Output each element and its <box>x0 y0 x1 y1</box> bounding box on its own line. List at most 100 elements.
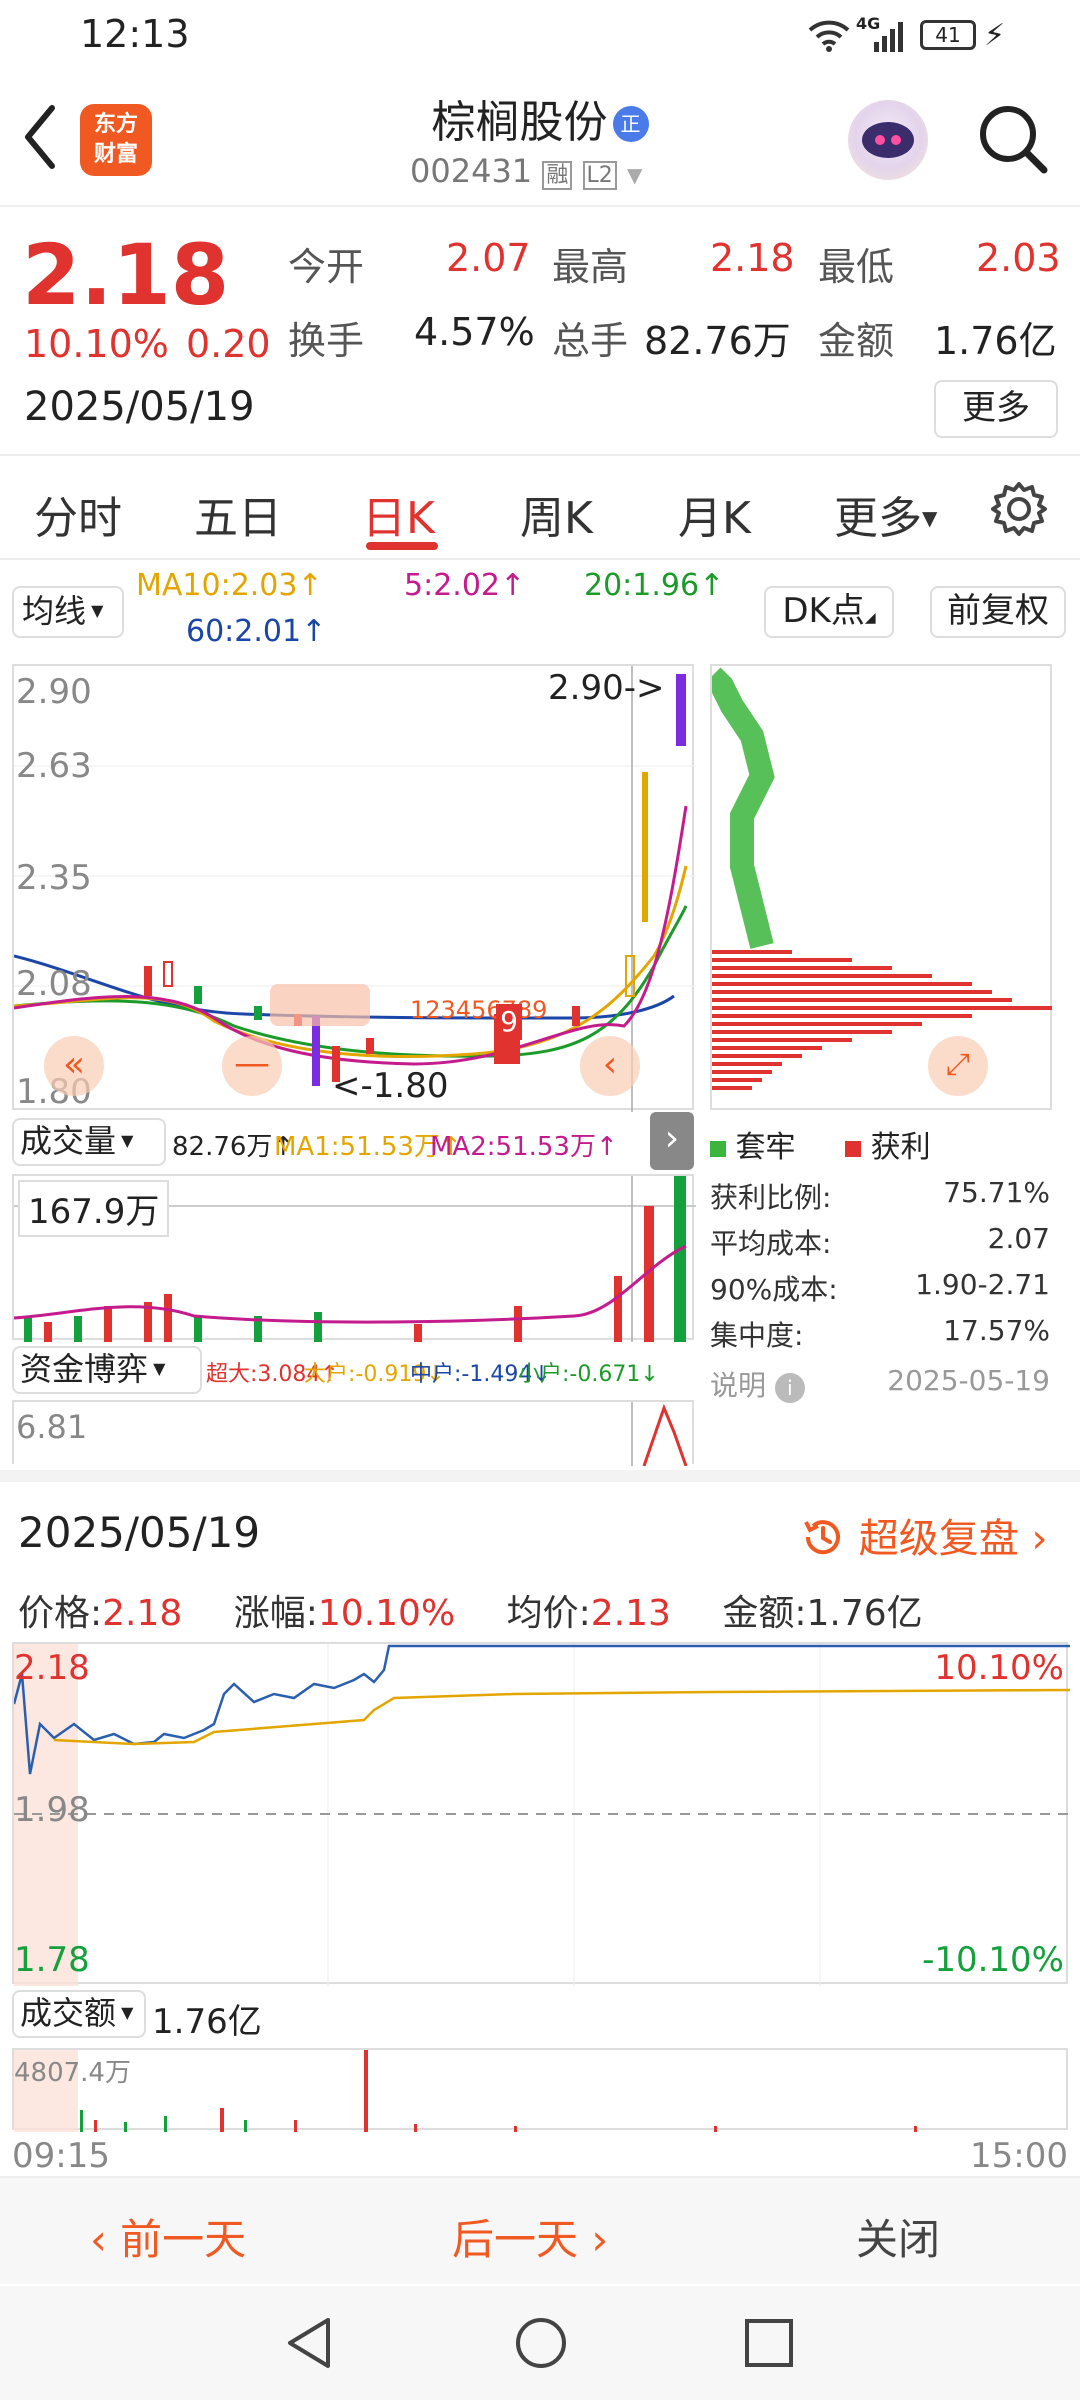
amount-bars <box>80 2050 917 2132</box>
quote-date: 2025/05/19 <box>24 384 255 430</box>
volume-chart[interactable]: 167.9万 <box>12 1174 696 1342</box>
ma20-value: 20:1.96↑ <box>584 568 725 603</box>
chevron-left-icon: ‹ <box>90 2215 107 2264</box>
official-badge: 正 <box>612 106 649 142</box>
min-price-label: <-1.80 <box>332 1066 449 1106</box>
volume-selector[interactable]: 成交量 ▼ <box>12 1118 166 1166</box>
chip-distribution[interactable]: ⤢ <box>703 664 1052 1110</box>
avg-cost-value: 2.07 <box>987 1222 1050 1255</box>
volume-max-label: 167.9万 <box>18 1180 170 1237</box>
fund-small: 小户:-0.671↓ <box>518 1362 659 1387</box>
tab-more-label: 更多 <box>834 493 922 544</box>
avg-cost-label: 平均成本: <box>710 1227 832 1260</box>
close-button[interactable]: 关闭 <box>856 2206 940 2267</box>
system-nav-bar <box>0 2286 1080 2400</box>
battery-level: 41 <box>935 23 961 47</box>
turnover-label: 换手 <box>288 319 365 363</box>
settings-gear-icon[interactable] <box>990 480 1048 542</box>
prev-day-button[interactable]: ‹ 前一天 <box>90 2206 246 2267</box>
low-value: 2.03 <box>976 236 1061 280</box>
open-value: 2.07 <box>446 236 531 280</box>
history-clock-icon <box>800 1516 859 1562</box>
amount-chart[interactable]: 4807.4万 <box>12 2048 1068 2132</box>
logo-line2: 财富 <box>93 142 138 167</box>
profit-label: 获利 <box>870 1130 931 1165</box>
avg-value: 2.13 <box>590 1593 671 1634</box>
time-start: 09:15 <box>12 2136 110 2176</box>
fund-top-value: 6.81 <box>16 1408 88 1446</box>
tab-timeshare[interactable]: 分时 <box>34 482 122 546</box>
nav-recent-icon[interactable] <box>744 2318 794 2372</box>
stock-code-row[interactable]: 002431 融 L2 ▼ <box>410 152 642 190</box>
expand-right-button[interactable]: › <box>650 1112 694 1170</box>
price-tick-2.63: 2.63 <box>16 746 92 786</box>
amount-value: 1.76亿 <box>806 1593 923 1634</box>
amount-selector[interactable]: 成交额 ▼ <box>12 1990 146 2038</box>
app-header: 东方 财富 棕榈股份 正 002431 融 L2 ▼ <box>0 72 1080 207</box>
more-button[interactable]: 更多 <box>934 380 1058 438</box>
nav-back-icon[interactable] <box>284 2316 334 2374</box>
time-end: 15:00 <box>970 2136 1068 2176</box>
fund-chart[interactable]: 6.81 <box>12 1400 694 1467</box>
super-replay-link[interactable]: 超级复盘 › <box>800 1506 1047 1564</box>
intraday-mid-price: 1.98 <box>14 1790 90 1830</box>
status-time: 12:13 <box>80 12 190 56</box>
stock-title: 棕榈股份 正 <box>340 86 740 150</box>
change-value: 0.20 <box>186 322 271 366</box>
tab-weekly-k[interactable]: 周K <box>520 482 593 546</box>
last-price: 2.18 <box>22 226 230 324</box>
price-value: 2.18 <box>102 1593 183 1634</box>
concentration-label: 集中度: <box>710 1319 804 1352</box>
robot-avatar[interactable] <box>848 100 928 180</box>
prev-day-label: 前一天 <box>120 2215 247 2264</box>
intraday-section: 2025/05/19 超级复盘 › 价格:2.18 涨幅:10.10% 均价:2… <box>0 1470 1080 2176</box>
chip-expand-button[interactable]: ⤢ <box>928 1036 988 1096</box>
wifi-icon <box>808 18 850 56</box>
kline-chart[interactable]: 2.90 2.63 2.35 2.08 1.80 2.90-> <-1.80 1… <box>12 664 696 1112</box>
status-bar: 12:13 4G 41 ⚡ <box>0 0 1080 72</box>
chevron-right-icon: › <box>591 2215 609 2264</box>
note-date: 2025-05-19 <box>887 1364 1050 1397</box>
amount-selector-label: 成交额 <box>20 1994 117 2032</box>
change-pct: 10.10% <box>24 322 169 366</box>
step-left-button[interactable]: ‹ <box>580 1036 640 1096</box>
tab-five-day[interactable]: 五日 <box>194 482 282 546</box>
intraday-chart[interactable]: 2.18 1.98 1.78 10.10% -10.10% <box>12 1642 1071 1986</box>
adjust-button[interactable]: 前复权 <box>930 586 1066 638</box>
ma60-value: 60:2.01↑ <box>186 614 327 649</box>
nav-home-icon[interactable] <box>514 2316 568 2374</box>
stock-name: 棕榈股份 <box>431 97 608 148</box>
back-icon[interactable] <box>20 102 60 176</box>
fund-selector[interactable]: 资金博弈 ▼ <box>12 1346 202 1394</box>
next-day-button[interactable]: 后一天 › <box>452 2206 608 2267</box>
corner-caret-icon: ◢ <box>864 610 876 626</box>
intraday-bottom-pct: -10.10% <box>922 1940 1064 1980</box>
amount-value: 1.76亿 <box>934 319 1057 363</box>
nine-count-badge: 9 <box>496 1004 522 1040</box>
dk-point-label: DK点 <box>782 591 865 631</box>
ma-selector-label: 均线 <box>22 592 87 630</box>
dk-point-button[interactable]: DK点◢ <box>764 586 894 638</box>
ma-selector[interactable]: 均线 ▼ <box>12 586 124 638</box>
fund-legend: 资金博弈 ▼ 超大:3.084↑ 大户:-0.919↓ 中户:-1.494↓ 小… <box>12 1344 694 1396</box>
note-link[interactable]: 说明 i <box>710 1369 805 1403</box>
turnover-value: 4.57% <box>414 310 535 354</box>
price-label: 价格: <box>18 1593 103 1634</box>
app-logo[interactable]: 东方 财富 <box>80 104 152 176</box>
search-icon[interactable] <box>976 102 1050 180</box>
fund-selector-label: 资金博弈 <box>20 1350 149 1388</box>
tab-more[interactable]: 更多▼ <box>834 482 937 546</box>
profit-swatch <box>845 1141 862 1157</box>
super-replay-label: 超级复盘 <box>858 1516 1019 1562</box>
volume-ma2: MA2:51.53万↑ <box>430 1132 618 1162</box>
next-day-label: 后一天 <box>452 2215 579 2264</box>
scroll-left-button[interactable]: « <box>44 1036 104 1096</box>
zoom-out-button[interactable]: — <box>222 1036 282 1096</box>
low-label: 最低 <box>818 245 895 289</box>
fund-line <box>642 1403 688 1467</box>
tab-monthly-k[interactable]: 月K <box>678 482 751 546</box>
amount-svg <box>14 2050 917 2132</box>
price-tick-2.35: 2.35 <box>16 858 92 898</box>
tab-daily-k[interactable]: 日K <box>362 482 435 546</box>
price-tick-2.90: 2.90 <box>16 672 92 712</box>
